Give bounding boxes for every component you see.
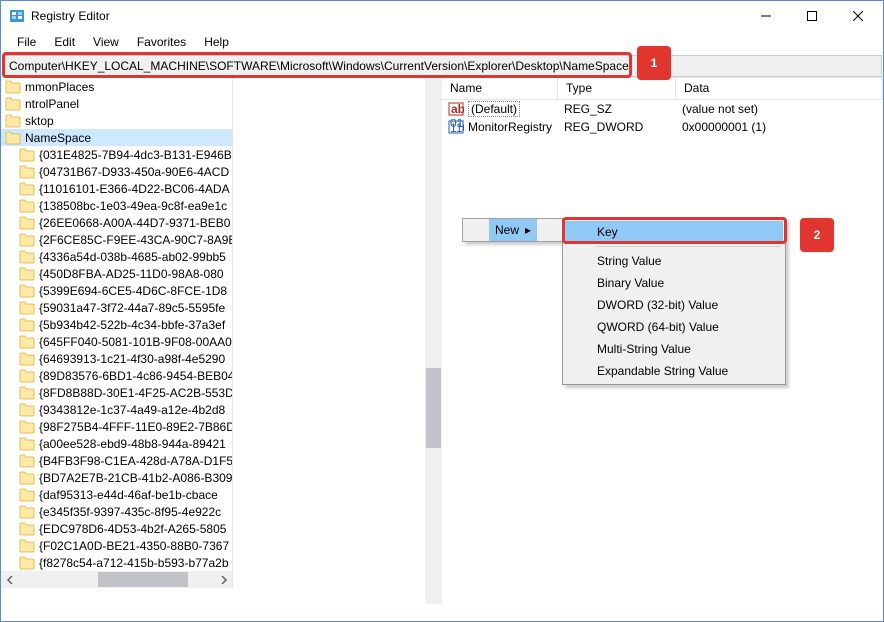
tree-vertical-scrollbar[interactable] [425, 78, 442, 604]
context-new-label: New [489, 223, 519, 237]
context-item[interactable]: Binary Value [565, 272, 783, 294]
scroll-left-icon[interactable] [1, 571, 18, 588]
tree-panel: mmonPlacesntrolPanelsktopNameSpace{031E4… [1, 78, 442, 621]
tree-item[interactable]: mmonPlaces [1, 78, 232, 95]
tree-item[interactable]: {B4FB3F98-C1EA-428d-A78A-D1F5 [1, 452, 232, 469]
list-row[interactable]: ab(Default)REG_SZ(value not set) [442, 100, 883, 118]
context-submenu[interactable]: Key String ValueBinary ValueDWORD (32-bit… [562, 218, 786, 385]
col-type[interactable]: Type [558, 78, 676, 99]
context-item[interactable]: QWORD (64-bit) Value [565, 316, 783, 338]
list-row[interactable]: 011110MonitorRegistryREG_DWORD0x00000001… [442, 118, 883, 136]
context-separator [595, 246, 781, 247]
tree-item[interactable]: ntrolPanel [1, 95, 232, 112]
list-header: Name Type Data [442, 78, 883, 100]
tree-item[interactable]: {e345f35f-9397-435c-8f95-4e922c [1, 503, 232, 520]
tree-item[interactable]: {645FF040-5081-101B-9F08-00AA0 [1, 333, 232, 350]
menubar: File Edit View Favorites Help [1, 31, 883, 55]
col-name[interactable]: Name [442, 78, 558, 99]
col-data[interactable]: Data [676, 78, 883, 99]
context-item[interactable]: DWORD (32-bit) Value [565, 294, 783, 316]
tree-item[interactable]: {5b934b42-522b-4c34-bbfe-37a3ef [1, 316, 232, 333]
context-item[interactable]: String Value [565, 250, 783, 272]
tree-item[interactable]: {26EE0668-A00A-44D7-9371-BEB0 [1, 214, 232, 231]
scroll-right-icon[interactable] [215, 571, 232, 588]
close-button[interactable] [835, 1, 881, 31]
tree-item[interactable]: {f8278c54-a712-415b-b593-b77a2b [1, 554, 232, 571]
tree-item[interactable]: {11016101-E366-4D22-BC06-4ADA [1, 180, 232, 197]
tree-item[interactable]: {98F275B4-4FFF-11E0-89E2-7B86D [1, 418, 232, 435]
tree-item[interactable]: {59031a47-3f72-44a7-89c5-5595fe [1, 299, 232, 316]
menu-edit[interactable]: Edit [46, 33, 83, 51]
scroll-thumb[interactable] [98, 572, 188, 587]
menu-favorites[interactable]: Favorites [129, 33, 194, 51]
context-item[interactable]: Key [565, 221, 783, 243]
callout-1-badge: 1 [637, 46, 671, 80]
callout-2-badge: 2 [800, 218, 834, 252]
window-title: Registry Editor [31, 9, 743, 23]
menu-view[interactable]: View [85, 33, 127, 51]
tree-item[interactable]: {daf95313-e44d-46af-be1b-cbace [1, 486, 232, 503]
app-icon [9, 8, 25, 24]
tree-item[interactable]: {BD7A2E7B-21CB-41b2-A086-B309 [1, 469, 232, 486]
tree-item[interactable]: {2F6CE85C-F9EE-43CA-90C7-8A9B [1, 231, 232, 248]
addressbar-input[interactable] [3, 56, 881, 76]
tree-item[interactable]: {04731B67-D933-450a-90E6-4ACD [1, 163, 232, 180]
tree-horizontal-scrollbar[interactable] [1, 571, 232, 588]
context-menu-new[interactable]: New ▸ [462, 218, 563, 242]
context-item[interactable]: Expandable String Value [565, 360, 783, 382]
tree-item[interactable]: {8FD8B88D-30E1-4F25-AC2B-553D [1, 384, 232, 401]
context-item[interactable]: Multi-String Value [565, 338, 783, 360]
tree-item[interactable]: {89D83576-6BD1-4c86-9454-BEB04 [1, 367, 232, 384]
maximize-button[interactable] [789, 1, 835, 31]
tree-item[interactable]: {138508bc-1e03-49ea-9c8f-ea9e1c [1, 197, 232, 214]
menu-help[interactable]: Help [196, 33, 237, 51]
tree-item[interactable]: {a00ee528-ebd9-48b8-944a-89421 [1, 435, 232, 452]
tree-item[interactable]: {EDC978D6-4D53-4b2f-A265-5805 [1, 520, 232, 537]
addressbar-container [2, 55, 882, 77]
tree-item[interactable]: {4336a54d-038b-4685-ab02-99bb5 [1, 248, 232, 265]
svg-text:110: 110 [450, 121, 464, 135]
tree-item[interactable]: {64693913-1c21-4f30-a98f-4e5290 [1, 350, 232, 367]
svg-text:ab: ab [451, 102, 464, 116]
titlebar: Registry Editor [1, 1, 883, 31]
tree-item[interactable]: NameSpace [1, 129, 232, 146]
tree-view[interactable]: mmonPlacesntrolPanelsktopNameSpace{031E4… [1, 78, 233, 588]
tree-item[interactable]: {F02C1A0D-BE21-4350-88B0-7367 [1, 537, 232, 554]
tree-item[interactable]: {5399E694-6CE5-4D6C-8FCE-1D8 [1, 282, 232, 299]
tree-item[interactable]: {450D8FBA-AD25-11D0-98A8-080 [1, 265, 232, 282]
scroll-thumb-v[interactable] [426, 368, 441, 448]
tree-item[interactable]: {031E4825-7B94-4dc3-B131-E946B [1, 146, 232, 163]
tree-item[interactable]: sktop [1, 112, 232, 129]
menu-file[interactable]: File [9, 33, 44, 51]
minimize-button[interactable] [743, 1, 789, 31]
submenu-arrow-icon: ▸ [519, 223, 537, 237]
tree-item[interactable]: {9343812e-1c37-4a49-a12e-4b2d8 [1, 401, 232, 418]
